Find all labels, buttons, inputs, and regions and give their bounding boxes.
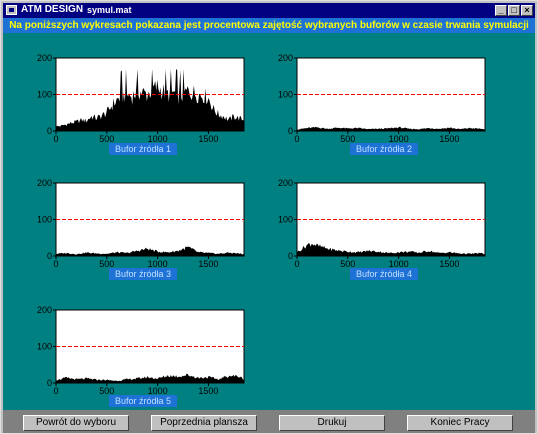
window-menu-icon[interactable] — [6, 5, 17, 15]
app-window: ATM DESIGN symul.mat _ □ × Na poniższych… — [0, 0, 538, 434]
x-tick-label: 1500 — [198, 386, 218, 396]
file-name: symul.mat — [87, 5, 132, 15]
minimize-button[interactable]: _ — [495, 5, 507, 16]
plot-svg-5: 01002000 500 1000 1500 — [37, 305, 245, 396]
previous-board-button[interactable]: Poprzednia plansza — [151, 415, 257, 431]
maximize-button[interactable]: □ — [508, 5, 520, 16]
print-button[interactable]: Drukuj — [279, 415, 385, 431]
title-bar[interactable]: ATM DESIGN symul.mat _ □ × — [3, 3, 535, 18]
app-title: ATM DESIGN — [21, 4, 84, 15]
y-tick-label: 200 — [37, 305, 52, 315]
x-tick-label: 0 — [53, 386, 58, 396]
y-tick-label: 0 — [47, 378, 52, 388]
plot-caption: Bufor źródła 5 — [109, 395, 177, 407]
figure-area: Na poniższych wykresach pokazana jest pr… — [3, 18, 535, 410]
end-work-button[interactable]: Koniec Pracy — [407, 415, 513, 431]
back-to-selection-button[interactable]: Powrót do wyboru — [23, 415, 129, 431]
y-tick-label: 100 — [37, 342, 52, 352]
close-button[interactable]: × — [521, 5, 533, 16]
button-bar: Powrót do wyboru Poprzednia plansza Druk… — [3, 410, 535, 433]
